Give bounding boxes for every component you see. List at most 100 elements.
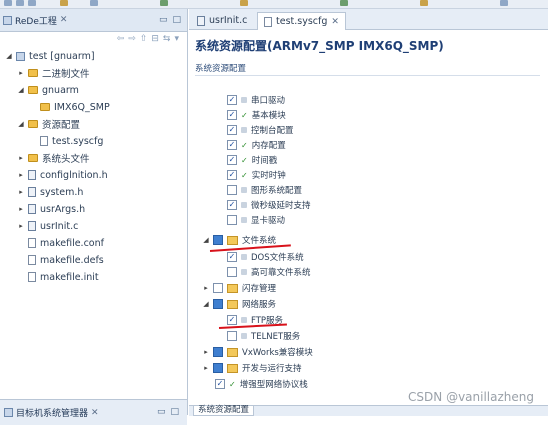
expand-arrow-icon[interactable]: ▸ bbox=[203, 284, 209, 292]
close-icon[interactable]: ✕ bbox=[60, 15, 68, 25]
config-group-dev-support[interactable]: ▸ 开发与运行支持 bbox=[203, 361, 302, 375]
config-group-network[interactable]: ◢ 网络服务 bbox=[203, 297, 276, 311]
maximize-icon[interactable]: □ bbox=[172, 15, 181, 25]
expand-arrow-icon[interactable]: ▸ bbox=[18, 222, 24, 230]
toolbar-icon[interactable] bbox=[160, 0, 168, 6]
checkbox[interactable]: ✓ bbox=[227, 315, 237, 325]
checkbox[interactable] bbox=[227, 267, 237, 277]
toolbar-icon[interactable] bbox=[60, 0, 68, 6]
checkbox[interactable]: ✓ bbox=[227, 155, 237, 165]
checkbox[interactable]: ✓ bbox=[227, 125, 237, 135]
tree-item-resource-config[interactable]: ◢ 资源配置 bbox=[18, 117, 80, 131]
collapse-all-icon[interactable]: ⊟ bbox=[151, 34, 159, 44]
config-item[interactable]: ✓ 微秒级延时支持 bbox=[227, 198, 311, 212]
tree-item-system-headers[interactable]: ▸ 系统头文件 bbox=[18, 151, 90, 165]
config-item[interactable]: ✓ ✓ 实时时钟 bbox=[227, 168, 286, 182]
expand-arrow-icon[interactable]: ▸ bbox=[203, 364, 209, 372]
up-icon[interactable]: ⇧ bbox=[140, 34, 148, 44]
close-icon[interactable]: ✕ bbox=[91, 408, 99, 418]
link-editor-icon[interactable]: ⇆ bbox=[163, 34, 171, 44]
checkbox[interactable]: ✓ bbox=[227, 95, 237, 105]
tree-item-usrinit[interactable]: ▸ usrInit.c bbox=[18, 219, 78, 233]
expand-arrow-icon[interactable]: ◢ bbox=[18, 86, 24, 94]
tree-item-makefile-defs[interactable]: makefile.defs bbox=[18, 253, 104, 267]
config-item[interactable]: ✓ 串口驱动 bbox=[227, 93, 285, 107]
config-item[interactable]: ✓ ✓ 基本模块 bbox=[227, 108, 286, 122]
toolbar-icon[interactable] bbox=[90, 0, 98, 6]
tree-item-configinit[interactable]: ▸ configlnition.h bbox=[18, 168, 107, 182]
config-item[interactable]: ✓ DOS文件系统 bbox=[227, 250, 304, 264]
tree-item-imx6q[interactable]: IMX6Q_SMP bbox=[30, 100, 110, 114]
config-item[interactable]: 显卡驱动 bbox=[227, 213, 285, 227]
toolbar-icon[interactable] bbox=[28, 0, 36, 6]
tree-item-usrargs[interactable]: ▸ usrArgs.h bbox=[18, 202, 85, 216]
minimize-icon[interactable]: ▭ bbox=[159, 15, 168, 25]
group-checkbox[interactable] bbox=[213, 235, 223, 245]
back-icon[interactable]: ⇦ bbox=[117, 34, 125, 44]
checkbox[interactable] bbox=[227, 331, 237, 341]
expand-arrow-icon[interactable]: ▸ bbox=[18, 154, 24, 162]
tree-item-label: 资源配置 bbox=[42, 120, 81, 131]
checkbox[interactable]: ✓ bbox=[227, 200, 237, 210]
expand-arrow-icon[interactable]: ◢ bbox=[18, 120, 24, 128]
expand-arrow-icon[interactable]: ◢ bbox=[6, 52, 12, 60]
config-item[interactable]: 高可靠文件系统 bbox=[227, 265, 311, 279]
expand-arrow-icon[interactable]: ▸ bbox=[18, 69, 24, 77]
tree-item-system-h[interactable]: ▸ system.h bbox=[18, 185, 83, 199]
toolbar-icon[interactable] bbox=[340, 0, 348, 6]
checkbox[interactable]: ✓ bbox=[227, 170, 237, 180]
checkbox[interactable]: ✓ bbox=[227, 110, 237, 120]
tree-item-binaries[interactable]: ▸ 二进制文件 bbox=[18, 66, 90, 80]
expand-arrow-icon[interactable]: ▸ bbox=[18, 188, 24, 196]
config-group-flash[interactable]: ▸ 闪存管理 bbox=[203, 281, 276, 295]
expand-arrow-icon[interactable]: ▸ bbox=[18, 171, 24, 179]
green-check-icon: ✓ bbox=[229, 379, 236, 389]
config-group-vxworks[interactable]: ▸ VxWorks兼容模块 bbox=[203, 345, 313, 359]
target-manager-tab[interactable]: 目标机系统管理器 ✕ ▭ □ bbox=[0, 399, 187, 425]
expand-arrow-icon[interactable]: ▸ bbox=[203, 348, 209, 356]
tab-usrinit[interactable]: usrInit.c bbox=[191, 12, 253, 29]
package-icon bbox=[227, 299, 238, 309]
checkbox[interactable]: ✓ bbox=[227, 140, 237, 150]
view-menu-icon[interactable]: ▾ bbox=[174, 34, 179, 44]
tree-item-project[interactable]: ◢ test [gnuarm] bbox=[6, 49, 94, 63]
config-item[interactable]: ✓ ✓ 内存配置 bbox=[227, 138, 286, 152]
maximize-icon[interactable]: □ bbox=[170, 407, 179, 417]
group-checkbox[interactable] bbox=[213, 299, 223, 309]
checkbox[interactable] bbox=[227, 185, 237, 195]
checkbox[interactable]: ✓ bbox=[227, 252, 237, 262]
minimize-icon[interactable]: ▭ bbox=[157, 407, 166, 417]
expand-arrow-icon[interactable]: ◢ bbox=[203, 236, 209, 244]
config-item[interactable]: 图形系统配置 bbox=[227, 183, 302, 197]
tree-item-syscfg[interactable]: test.syscfg bbox=[30, 134, 103, 148]
tree-item-gnuarm[interactable]: ◢ gnuarm bbox=[18, 83, 79, 97]
tree-item-makefile-conf[interactable]: makefile.conf bbox=[18, 236, 104, 250]
toolbar-icon[interactable] bbox=[420, 0, 428, 6]
group-checkbox[interactable] bbox=[213, 363, 223, 373]
forward-icon[interactable]: ⇨ bbox=[128, 34, 136, 44]
config-item[interactable]: ✓ ✓ 增强型网络协议栈 bbox=[215, 377, 308, 391]
page-title: 系统资源配置(ARMv7_SMP IMX6Q_SMP) bbox=[195, 39, 444, 53]
config-group-filesystem[interactable]: ◢ 文件系统 bbox=[203, 233, 276, 247]
config-item[interactable]: ✓ ✓ 时间戳 bbox=[227, 153, 277, 167]
tree-item-makefile-init[interactable]: makefile.init bbox=[18, 270, 99, 284]
config-item[interactable]: ✓ 控制台配置 bbox=[227, 123, 294, 137]
checkbox[interactable]: ✓ bbox=[215, 379, 225, 389]
group-checkbox[interactable] bbox=[213, 283, 223, 293]
close-icon[interactable]: ✕ bbox=[331, 17, 339, 27]
tree-item-label: makefile.conf bbox=[40, 237, 104, 249]
toolbar-icon[interactable] bbox=[500, 0, 508, 6]
project-explorer-tab[interactable]: ReDe工程 ✕ ▭ □ bbox=[0, 9, 187, 32]
config-item[interactable]: TELNET服务 bbox=[227, 329, 300, 343]
tab-syscfg[interactable]: test.syscfg ✕ bbox=[257, 12, 346, 30]
toolbar-icon[interactable] bbox=[4, 0, 12, 6]
toolbar-icon[interactable] bbox=[240, 0, 248, 6]
expand-arrow-icon[interactable]: ◢ bbox=[203, 300, 209, 308]
expand-arrow-icon[interactable]: ▸ bbox=[18, 205, 24, 213]
tab-label: test.syscfg bbox=[276, 16, 328, 27]
config-item-label: 基本模块 bbox=[251, 111, 286, 121]
group-checkbox[interactable] bbox=[213, 347, 223, 357]
toolbar-icon[interactable] bbox=[16, 0, 24, 6]
checkbox[interactable] bbox=[227, 215, 237, 225]
file-icon bbox=[28, 238, 36, 248]
